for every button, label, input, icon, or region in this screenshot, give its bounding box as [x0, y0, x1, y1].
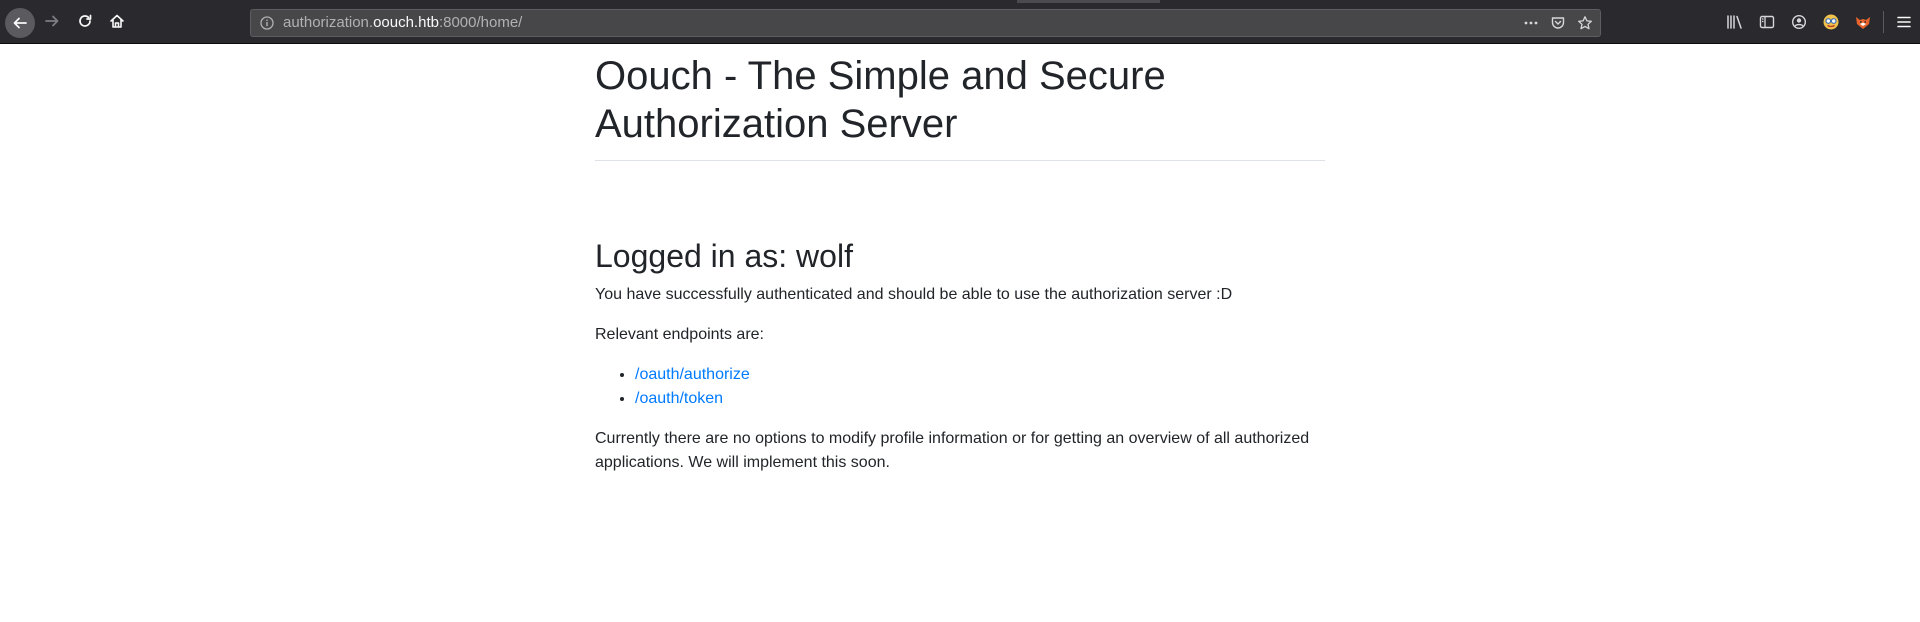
forward-button[interactable]	[38, 7, 66, 35]
url-host: oouch.htb	[373, 14, 439, 31]
url-actions	[1522, 14, 1594, 32]
account-icon[interactable]	[1783, 10, 1815, 34]
extension-icon[interactable]	[1815, 10, 1847, 34]
home-button[interactable]	[103, 7, 131, 35]
notice-message: Currently there are no options to modify…	[595, 430, 1310, 471]
page-title: Oouch - The Simple and Secure Authorizat…	[595, 54, 1166, 146]
endpoint-list: /oauth/authorize /oauth/token	[595, 363, 1325, 411]
info-icon[interactable]	[259, 15, 275, 31]
endpoints-intro: Relevant endpoints are:	[595, 326, 764, 343]
back-arrow-icon	[13, 17, 27, 29]
sidebar-icon[interactable]	[1751, 10, 1783, 34]
success-message: You have successfully authenticated and …	[595, 286, 1233, 303]
back-button[interactable]	[5, 8, 35, 38]
toolbar-separator	[1883, 11, 1884, 33]
list-item: /oauth/token	[635, 387, 1325, 411]
hamburger-menu-icon[interactable]	[1888, 10, 1920, 34]
title-divider	[595, 160, 1325, 161]
reload-icon	[79, 14, 92, 27]
toolbar-right-tools	[1719, 10, 1920, 34]
oauth-token-link[interactable]: /oauth/token	[635, 390, 723, 407]
address-bar[interactable]: authorization.oouch.htb:8000/home/	[250, 9, 1601, 37]
star-icon[interactable]	[1576, 14, 1594, 32]
fox-extension-icon[interactable]	[1847, 10, 1879, 34]
browser-toolbar: authorization.oouch.htb:8000/home/	[0, 0, 1920, 44]
reload-button[interactable]	[71, 7, 99, 35]
logged-in-heading: Logged in as: wolf	[595, 238, 853, 274]
pocket-icon[interactable]	[1549, 14, 1567, 32]
page-container: Oouch - The Simple and Secure Authorizat…	[595, 44, 1325, 475]
url-prefix: authorization.	[283, 14, 374, 31]
oauth-authorize-link[interactable]: /oauth/authorize	[635, 366, 750, 383]
more-dots-icon[interactable]	[1522, 14, 1540, 32]
active-tab-indicator	[1017, 0, 1160, 3]
library-icon[interactable]	[1719, 10, 1751, 34]
list-item: /oauth/authorize	[635, 363, 1325, 387]
url-suffix: :8000/home/	[438, 14, 523, 31]
url-text[interactable]: authorization.oouch.htb:8000/home/	[283, 10, 522, 36]
home-icon	[110, 14, 124, 28]
forward-arrow-icon	[45, 15, 59, 27]
